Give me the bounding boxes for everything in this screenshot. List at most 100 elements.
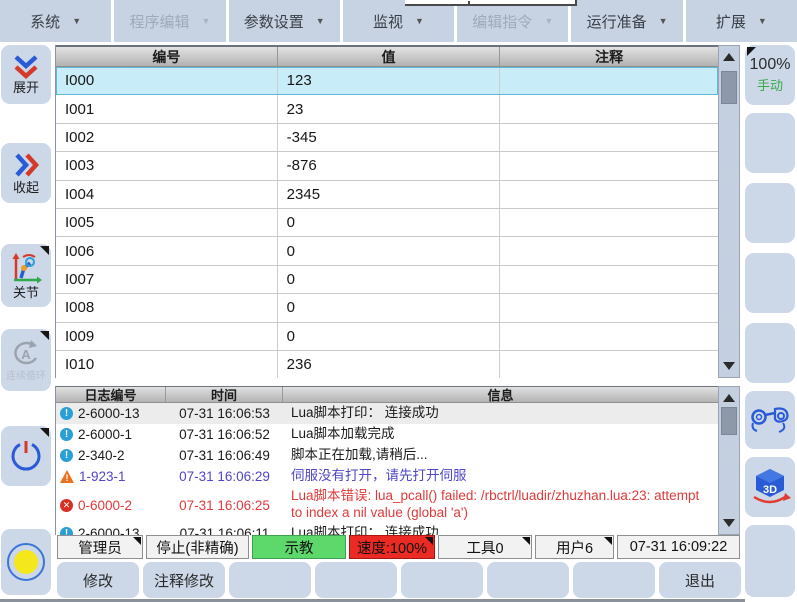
log-row[interactable]: !2-6000-107-31 16:06:52Lua脚本加载完成 xyxy=(56,424,718,445)
menu-item-6[interactable]: 运行准备▼ xyxy=(571,0,682,42)
var-cell: I000 xyxy=(56,67,278,94)
collapse-button[interactable]: 收起 xyxy=(1,143,51,203)
scrollbar-thumb[interactable] xyxy=(721,71,737,104)
scroll-up-icon[interactable] xyxy=(723,394,735,402)
var-cell: 0 xyxy=(278,266,501,293)
chevron-down-icon: ▼ xyxy=(72,16,81,26)
bottom-button-3[interactable] xyxy=(229,562,311,598)
power-icon xyxy=(8,438,44,474)
log-table: 日志编号 时间 信息 !2-6000-1307-31 16:06:53Lua脚本… xyxy=(55,386,718,535)
window-edge-artifact xyxy=(405,0,577,6)
handheld-teach-button[interactable] xyxy=(745,391,795,449)
log-table-scrollbar[interactable] xyxy=(718,386,740,535)
info-icon: ! xyxy=(60,527,73,535)
var-cell: 236 xyxy=(278,351,501,378)
var-cell xyxy=(500,294,718,321)
expand-button[interactable]: 展开 xyxy=(1,45,51,104)
scroll-down-icon[interactable] xyxy=(723,362,735,370)
menu-item-3[interactable]: 参数设置 ▼ xyxy=(229,0,340,42)
role-selector[interactable]: 管理员 xyxy=(57,535,143,559)
var-row-I010[interactable]: I010236 xyxy=(56,351,718,378)
right-toolbar-button-4[interactable] xyxy=(745,323,795,383)
var-cell: I002 xyxy=(56,124,278,151)
svg-text:A: A xyxy=(21,347,31,362)
var-cell: I010 xyxy=(56,351,278,378)
var-row-I005[interactable]: I0050 xyxy=(56,209,718,237)
var-row-I001[interactable]: I00123 xyxy=(56,95,718,123)
comment-edit-button[interactable]: 注释修改 xyxy=(143,562,225,598)
var-cell: I003 xyxy=(56,152,278,179)
var-row-I000[interactable]: I000123 xyxy=(56,67,718,95)
bottom-button-4[interactable] xyxy=(315,562,397,598)
log-column-message: 信息 xyxy=(283,387,718,402)
joint-coord-button[interactable]: 关节 xyxy=(1,244,51,307)
scroll-down-icon[interactable] xyxy=(723,519,735,527)
power-button[interactable] xyxy=(1,426,51,486)
var-row-I004[interactable]: I0042345 xyxy=(56,181,718,209)
3d-view-button[interactable]: 3D xyxy=(745,457,795,517)
column-header-id: 编号 xyxy=(56,47,278,66)
log-cell-message: Lua脚本加载完成 xyxy=(283,426,718,443)
loop-cycle-icon: A xyxy=(9,338,43,370)
var-row-I003[interactable]: I003-876 xyxy=(56,152,718,180)
menu-item-label: 运行准备 xyxy=(587,11,647,32)
menu-item-4[interactable]: 监视▼ xyxy=(343,0,454,42)
var-row-I006[interactable]: I0060 xyxy=(56,237,718,265)
bottom-button-row: 修改注释修改 退出 xyxy=(57,562,745,598)
var-cell xyxy=(500,351,718,378)
right-toolbar-button-3[interactable] xyxy=(745,253,795,313)
log-cell-time: 07-31 16:06:52 xyxy=(166,427,283,442)
menu-item-1[interactable]: 系统▼ xyxy=(0,0,111,42)
servo-status-button[interactable] xyxy=(1,529,51,595)
log-row[interactable]: !2-6000-1307-31 16:06:53Lua脚本打印： 连接成功 xyxy=(56,403,718,424)
var-row-I007[interactable]: I0070 xyxy=(56,266,718,294)
menu-item-label: 编辑指令 xyxy=(472,11,532,32)
var-cell xyxy=(500,181,718,208)
var-table-scrollbar[interactable] xyxy=(718,45,740,378)
info-icon: ! xyxy=(60,428,73,441)
menu-item-label: 参数设置 xyxy=(244,11,304,32)
menu-item-7[interactable]: 扩展▼ xyxy=(686,0,797,42)
log-row[interactable]: !1-923-107-31 16:06:29伺服没有打开，请先打开伺服 xyxy=(56,466,718,487)
var-table-header: 编号 值 注释 xyxy=(56,45,718,67)
bottom-button-6[interactable] xyxy=(487,562,569,598)
speed-selector[interactable]: 速度:100% xyxy=(349,535,435,559)
var-cell xyxy=(500,237,718,264)
bottom-button-7[interactable] xyxy=(573,562,655,598)
modify-button[interactable]: 修改 xyxy=(57,562,139,598)
right-toolbar-button-2[interactable] xyxy=(745,183,795,243)
log-cell-id: !2-340-2 xyxy=(56,448,166,463)
var-row-I009[interactable]: I0090 xyxy=(56,323,718,351)
chevron-down-icon: ▼ xyxy=(316,16,325,26)
var-cell: 0 xyxy=(278,294,501,321)
var-row-I008[interactable]: I0080 xyxy=(56,294,718,322)
manual-mode-label: 手动 xyxy=(757,75,783,94)
exit-button[interactable]: 退出 xyxy=(659,562,741,598)
log-cell-id: !1-923-1 xyxy=(56,469,166,484)
log-row[interactable]: !2-6000-1307-31 16:06:11Lua脚本打印： 连接成功 xyxy=(56,523,718,535)
column-header-comment: 注释 xyxy=(500,47,718,66)
var-cell: -345 xyxy=(278,124,501,151)
log-cell-message: 伺服没有打开，请先打开伺服 xyxy=(283,468,718,485)
log-cell-time: 07-31 16:06:29 xyxy=(166,469,283,484)
jog-speed-button[interactable]: 100% 手动 xyxy=(745,45,795,105)
log-table-header: 日志编号 时间 信息 xyxy=(56,386,718,403)
gamepad-hand-icon xyxy=(749,404,791,436)
scrollbar-thumb[interactable] xyxy=(721,407,737,435)
log-row[interactable]: !2-340-207-31 16:06:49脚本正在加载,请稍后... xyxy=(56,445,718,466)
var-cell xyxy=(500,124,718,151)
log-cell-time: 07-31 16:06:25 xyxy=(166,498,283,513)
right-toolbar-button-1[interactable] xyxy=(745,113,795,173)
warn-icon: ! xyxy=(60,470,74,483)
var-row-I002[interactable]: I002-345 xyxy=(56,124,718,152)
bottom-button-5[interactable] xyxy=(401,562,483,598)
log-row[interactable]: ✕0-6000-207-31 16:06:25Lua脚本错误: lua_pcal… xyxy=(56,487,718,523)
clock: 07-31 16:09:22 xyxy=(617,535,740,559)
right-toolbar-button-5[interactable] xyxy=(745,525,795,597)
var-cell xyxy=(500,266,718,293)
tool-selector[interactable]: 工具0 xyxy=(438,535,532,559)
column-header-value: 值 xyxy=(278,47,501,66)
var-cell: 123 xyxy=(278,67,501,94)
scroll-up-icon[interactable] xyxy=(723,53,735,61)
user-frame-selector[interactable]: 用户6 xyxy=(535,535,614,559)
